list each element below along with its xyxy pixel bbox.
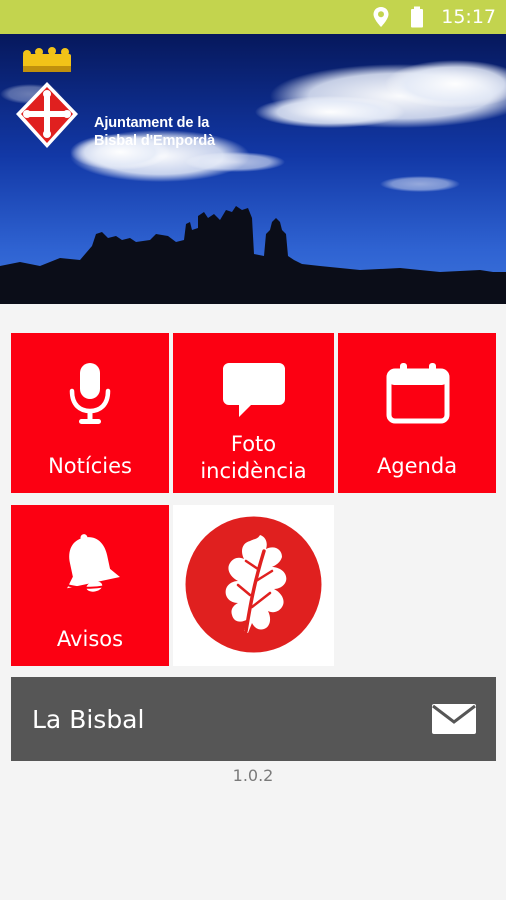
tile-agenda[interactable]: Agenda [338, 333, 496, 493]
bell-icon [66, 534, 120, 592]
tile-noticies[interactable]: Notícies [11, 333, 169, 493]
banner-photo [0, 34, 506, 304]
calendar-icon [386, 363, 450, 424]
tile-agenda-label: Agenda [376, 454, 458, 478]
status-bar: 15:17 [0, 0, 506, 34]
contact-bar[interactable]: La Bisbal [11, 677, 496, 761]
tile-foto-label-line1: Foto [230, 432, 277, 456]
contact-bar-title: La Bisbal [32, 705, 145, 734]
mail-icon[interactable] [432, 704, 476, 734]
tile-foto-label-line2: incidència [200, 459, 307, 483]
speech-bubble-icon [223, 363, 285, 417]
tile-logo[interactable] [173, 505, 334, 666]
location-pin-icon [373, 7, 389, 27]
app-version: 1.0.2 [232, 766, 274, 785]
tile-foto-incidencia[interactable]: Foto incidència [173, 333, 334, 493]
tile-avisos-label: Avisos [56, 627, 124, 651]
battery-icon [411, 6, 423, 28]
tile-noticies-label: Notícies [48, 454, 132, 478]
oak-leaf-logo-icon [185, 516, 322, 653]
municipality-name-line2: Bisbal d'Empordà [94, 133, 216, 149]
municipality-name: Ajuntament de la Bisbal d'Empordà [94, 114, 215, 150]
municipality-name-line1: Ajuntament de la [94, 115, 210, 131]
clock: 15:17 [441, 6, 496, 28]
header-banner: Ajuntament de la Bisbal d'Empordà [0, 34, 506, 304]
tile-avisos[interactable]: Avisos [11, 505, 169, 666]
microphone-icon [69, 363, 111, 424]
